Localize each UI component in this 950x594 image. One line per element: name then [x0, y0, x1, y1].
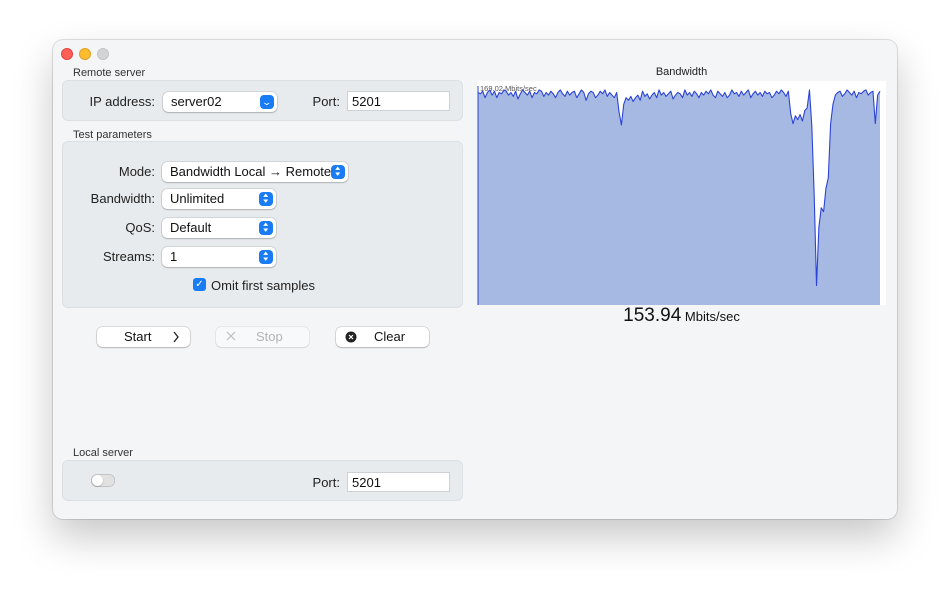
toggle-knob	[92, 475, 103, 486]
bandwidth-chart-svg: 169.02 Mbits/sec	[477, 84, 881, 305]
up-down-arrows-icon: ▴ ▾	[259, 221, 273, 235]
chart-max-label: 169.02 Mbits/sec	[480, 84, 537, 93]
clear-button-label: Clear	[374, 329, 406, 344]
start-button-label: Start	[124, 329, 152, 344]
remote-port-field[interactable]	[347, 91, 450, 111]
bandwidth-readout: 153.94 Mbits/sec	[477, 305, 886, 327]
ip-address-label: IP address:	[89, 94, 155, 109]
chart-title: Bandwidth	[655, 66, 708, 78]
up-down-arrows-icon: ▴ ▾	[331, 165, 345, 179]
up-down-arrows-icon: ▴ ▾	[259, 192, 273, 206]
bandwidth-chart: 169.02 Mbits/sec	[477, 81, 886, 305]
mode-value: Bandwidth Local → Remote	[170, 164, 332, 179]
test-parameters-group: Mode: Bandwidth Local → Remote ▴ ▾ Bandwi…	[62, 141, 463, 308]
zoom-window-button[interactable]	[97, 48, 109, 60]
start-button[interactable]: Start	[97, 327, 190, 347]
ip-address-value: server02	[171, 94, 222, 109]
stop-button[interactable]: Stop	[216, 327, 309, 347]
chart-plot-area	[477, 86, 881, 305]
bandwidth-popup[interactable]: Unlimited ▴ ▾	[162, 189, 276, 209]
chevron-down-icon[interactable]: ⌄	[260, 95, 274, 109]
x-mark-icon	[225, 327, 237, 353]
local-port-label: Port:	[312, 475, 340, 490]
local-port-field[interactable]	[347, 472, 450, 492]
test-parameters-section-label: Test parameters	[73, 129, 152, 141]
bandwidth-label: Bandwidth:	[90, 191, 155, 206]
app-window: Remote server IP address: server02 ⌄ Por…	[53, 40, 897, 519]
streams-popup[interactable]: 1 ▴ ▾	[162, 247, 276, 267]
streams-label: Streams:	[102, 249, 155, 264]
bandwidth-value: Unlimited	[170, 191, 225, 206]
qos-value: Default	[170, 220, 212, 235]
mode-popup[interactable]: Bandwidth Local → Remote ▴ ▾	[162, 162, 348, 182]
remote-server-group: IP address: server02 ⌄ Port:	[62, 80, 463, 121]
remote-port-label: Port:	[312, 94, 340, 109]
streams-value: 1	[170, 249, 178, 264]
bandwidth-readout-unit: Mbits/sec	[684, 309, 740, 324]
ip-address-combo[interactable]: server02 ⌄	[163, 92, 277, 112]
bandwidth-readout-value: 153.94	[623, 305, 682, 326]
omit-first-samples-checkbox[interactable]: ✓	[193, 278, 206, 291]
stop-button-label: Stop	[256, 329, 283, 344]
minimize-window-button[interactable]	[79, 48, 91, 60]
qos-popup[interactable]: Default ▴ ▾	[162, 218, 276, 238]
remote-server-section-label: Remote server	[73, 67, 146, 79]
local-server-toggle[interactable]	[91, 474, 115, 487]
qos-label: QoS:	[125, 220, 155, 235]
omit-first-samples-label: Omit first samples	[211, 278, 316, 293]
close-window-button[interactable]	[61, 48, 73, 60]
local-server-section-label: Local server	[73, 447, 133, 459]
clear-button[interactable]: Clear	[336, 327, 429, 347]
local-server-group: Port:	[62, 460, 463, 501]
chevron-right-icon	[172, 327, 180, 353]
up-down-arrows-icon: ▴ ▾	[259, 250, 273, 264]
clear-circle-x-icon	[344, 327, 358, 353]
bandwidth-area-fill	[478, 89, 880, 305]
mode-label: Mode:	[118, 164, 155, 179]
